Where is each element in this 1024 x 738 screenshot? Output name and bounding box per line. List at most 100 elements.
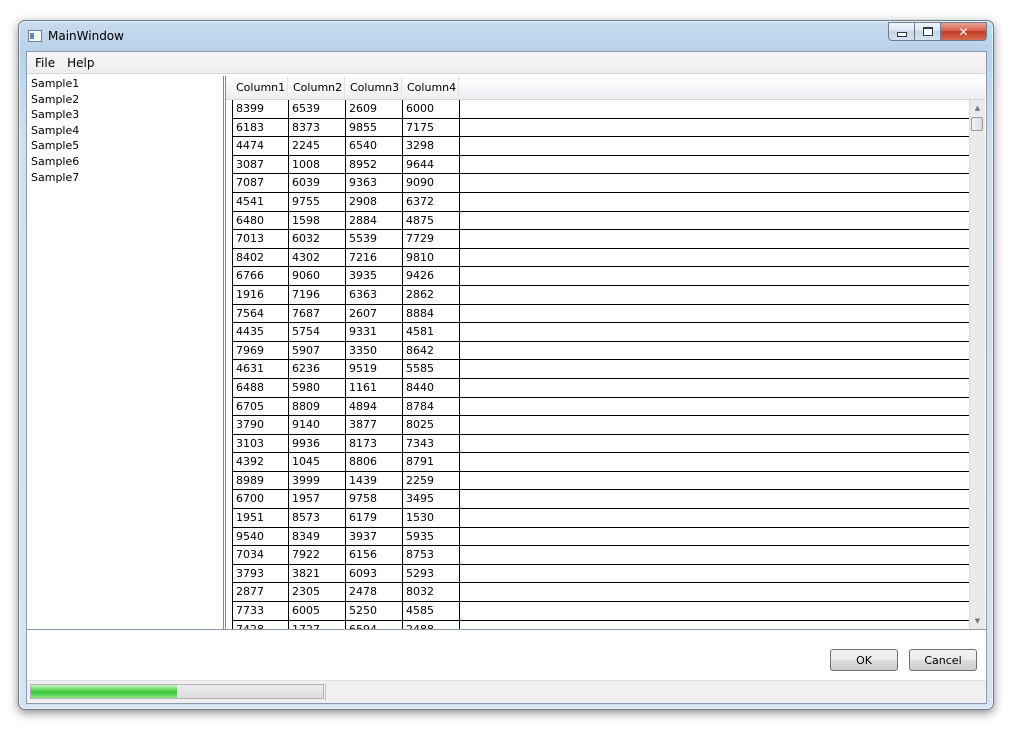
table-cell[interactable]: 4302 xyxy=(289,248,346,267)
table-cell[interactable]: 7733 xyxy=(232,602,289,620)
table-cell[interactable]: 9060 xyxy=(289,267,346,285)
table-cell[interactable]: 3495 xyxy=(403,490,460,509)
table-row[interactable]: 7969 5907 3350 8642 xyxy=(232,341,972,361)
table-cell[interactable]: 9810 xyxy=(403,248,460,267)
table-cell[interactable]: 9755 xyxy=(289,192,346,211)
table-row[interactable]: 7564 7687 2607 8884 xyxy=(232,304,972,324)
minimize-button[interactable] xyxy=(888,22,915,41)
table-cell[interactable]: 1161 xyxy=(346,378,403,397)
table-cell[interactable]: 7196 xyxy=(289,285,346,304)
sample-list[interactable]: Sample1 Sample2 Sample3 Sample4 Sample5 … xyxy=(27,76,224,629)
table-cell[interactable]: 6480 xyxy=(232,211,289,230)
scroll-thumb[interactable] xyxy=(971,117,983,131)
table-cell[interactable]: 8440 xyxy=(403,378,460,397)
table-row[interactable]: 9540 8349 3937 5935 xyxy=(232,527,972,547)
table-cell[interactable]: 5585 xyxy=(403,360,460,378)
table-cell[interactable]: 9090 xyxy=(403,174,460,192)
table-cell[interactable]: 4894 xyxy=(346,397,403,416)
table-cell[interactable]: 6363 xyxy=(346,285,403,304)
list-item[interactable]: Sample2 xyxy=(27,92,223,108)
table-row[interactable]: 3793 3821 6093 5293 xyxy=(232,564,972,584)
table-cell[interactable]: 7343 xyxy=(403,434,460,453)
table-cell[interactable]: 8032 xyxy=(403,583,460,602)
table-row[interactable]: 6488 5980 1161 8440 xyxy=(232,378,972,398)
table-cell[interactable]: 6005 xyxy=(289,602,346,620)
table-cell[interactable]: 9363 xyxy=(346,174,403,192)
table-cell[interactable]: 5935 xyxy=(403,527,460,546)
table-cell[interactable]: 7034 xyxy=(232,546,289,564)
table-cell[interactable]: 7013 xyxy=(232,230,289,248)
table-cell[interactable]: 1727 xyxy=(289,620,346,629)
table-cell[interactable]: 1951 xyxy=(232,509,289,527)
table-cell[interactable]: 1439 xyxy=(346,471,403,490)
table-cell[interactable]: 6039 xyxy=(289,174,346,192)
table-cell[interactable]: 6539 xyxy=(289,100,346,118)
table-cell[interactable]: 8989 xyxy=(232,471,289,490)
table-row[interactable]: 8989 3999 1439 2259 xyxy=(232,471,972,491)
table-row[interactable]: 4541 9755 2908 6372 xyxy=(232,192,972,212)
table-cell[interactable]: 2609 xyxy=(346,100,403,118)
table-cell[interactable]: 3087 xyxy=(232,155,289,174)
table-row[interactable]: 4474 2245 6540 3298 xyxy=(232,137,972,156)
table-cell[interactable]: 6032 xyxy=(289,230,346,248)
maximize-button[interactable] xyxy=(915,22,941,41)
table-cell[interactable]: 4392 xyxy=(232,453,289,471)
list-item[interactable]: Sample4 xyxy=(27,123,223,139)
table-cell[interactable]: 8809 xyxy=(289,397,346,416)
table-row[interactable]: 7013 6032 5539 7729 xyxy=(232,230,972,249)
table-row[interactable]: 4435 5754 9331 4581 xyxy=(232,323,972,342)
table-row[interactable]: 3790 9140 3877 8025 xyxy=(232,416,972,435)
table-cell[interactable]: 2305 xyxy=(289,583,346,602)
data-grid[interactable]: Column1 Column2 Column3 Column4 8399 6539… xyxy=(225,76,985,629)
table-cell[interactable]: 7175 xyxy=(403,118,460,137)
table-cell[interactable]: 8806 xyxy=(346,453,403,471)
table-cell[interactable]: 8373 xyxy=(289,118,346,137)
table-cell[interactable]: 8349 xyxy=(289,527,346,546)
table-cell[interactable]: 8952 xyxy=(346,155,403,174)
table-cell[interactable]: 8025 xyxy=(403,416,460,434)
table-row[interactable]: 6183 8373 9855 7175 xyxy=(232,118,972,138)
table-cell[interactable]: 6766 xyxy=(232,267,289,285)
table-cell[interactable]: 8402 xyxy=(232,248,289,267)
table-cell[interactable]: 4435 xyxy=(232,323,289,341)
table-cell[interactable]: 9426 xyxy=(403,267,460,285)
table-cell[interactable]: 8791 xyxy=(403,453,460,471)
table-cell[interactable]: 8573 xyxy=(289,509,346,527)
table-cell[interactable]: 2245 xyxy=(289,137,346,155)
table-cell[interactable]: 3937 xyxy=(346,527,403,546)
table-cell[interactable]: 3103 xyxy=(232,434,289,453)
table-cell[interactable]: 3935 xyxy=(346,267,403,285)
table-row[interactable]: 8399 6539 2609 6000 xyxy=(232,100,972,119)
table-row[interactable]: 4631 6236 9519 5585 xyxy=(232,360,972,379)
table-cell[interactable]: 9936 xyxy=(289,434,346,453)
table-cell[interactable]: 6700 xyxy=(232,490,289,509)
table-cell[interactable]: 4631 xyxy=(232,360,289,378)
table-row[interactable]: 7034 7922 6156 8753 xyxy=(232,546,972,565)
list-item[interactable]: Sample3 xyxy=(27,107,223,123)
table-row[interactable]: 1916 7196 6363 2862 xyxy=(232,285,972,305)
scroll-up-icon[interactable]: ▲ xyxy=(970,100,985,116)
table-cell[interactable]: 6000 xyxy=(403,100,460,118)
table-cell[interactable]: 4581 xyxy=(403,323,460,341)
scroll-down-icon[interactable]: ▼ xyxy=(970,613,985,629)
table-cell[interactable]: 3350 xyxy=(346,341,403,360)
menu-file[interactable]: File xyxy=(29,53,61,73)
table-cell[interactable]: 1045 xyxy=(289,453,346,471)
window-icon[interactable] xyxy=(28,30,42,42)
table-cell[interactable]: 2488 xyxy=(403,620,460,629)
table-cell[interactable]: 1957 xyxy=(289,490,346,509)
column-header-3[interactable]: Column3 xyxy=(345,76,402,99)
table-cell[interactable]: 5754 xyxy=(289,323,346,341)
table-cell[interactable]: 3999 xyxy=(289,471,346,490)
table-cell[interactable]: 6183 xyxy=(232,118,289,137)
table-cell[interactable]: 2884 xyxy=(346,211,403,230)
table-cell[interactable]: 4474 xyxy=(232,137,289,155)
table-cell[interactable]: 6372 xyxy=(403,192,460,211)
table-cell[interactable]: 1530 xyxy=(403,509,460,527)
menu-help[interactable]: Help xyxy=(61,53,100,73)
cancel-button[interactable]: Cancel xyxy=(909,649,977,671)
table-cell[interactable]: 6179 xyxy=(346,509,403,527)
column-header-2[interactable]: Column2 xyxy=(288,76,345,99)
table-cell[interactable]: 9140 xyxy=(289,416,346,434)
table-row[interactable]: 7087 6039 9363 9090 xyxy=(232,174,972,193)
